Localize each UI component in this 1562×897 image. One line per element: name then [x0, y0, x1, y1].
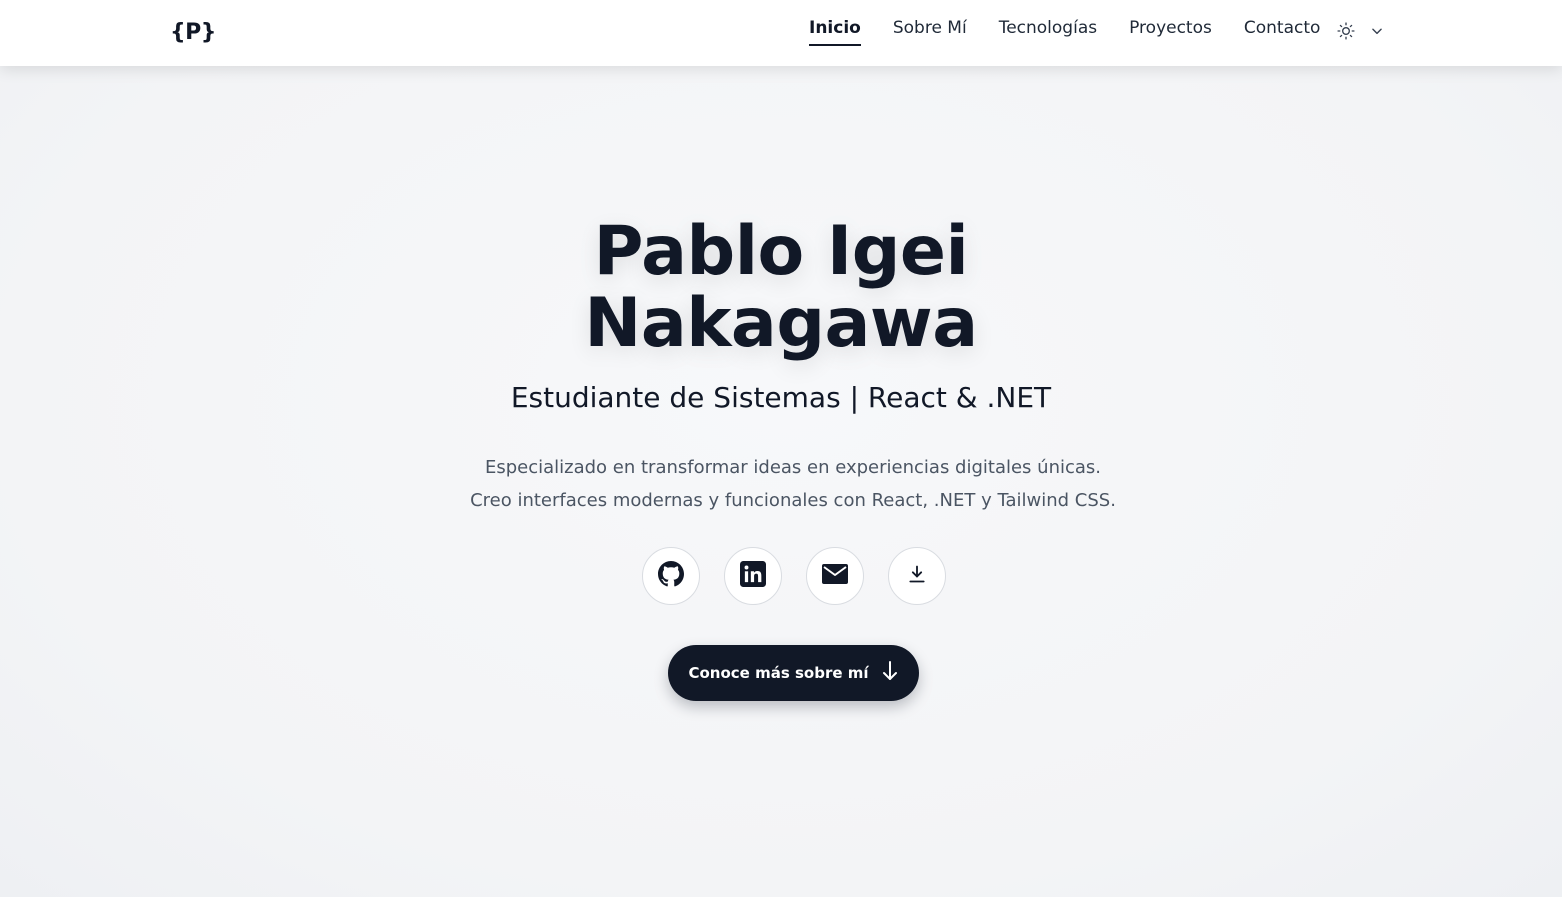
email-button[interactable]: [806, 547, 864, 605]
download-icon: [907, 564, 927, 589]
linkedin-icon: [740, 560, 766, 592]
hero-subtitle: Estudiante de Sistemas | React & .NET: [510, 381, 1052, 414]
mail-icon: [822, 563, 848, 589]
github-icon: [658, 560, 684, 592]
social-links: [642, 547, 946, 605]
nav-links: Inicio Sobre Mí Tecnologías Proyectos Co…: [809, 18, 1320, 46]
hero-title-line2: Nakagawa: [584, 284, 978, 363]
nav-item-tecnologias[interactable]: Tecnologías: [999, 18, 1097, 46]
download-cv-button[interactable]: [888, 547, 946, 605]
hero-title-line1: Pablo Igei: [593, 212, 969, 291]
linkedin-button[interactable]: [724, 547, 782, 605]
sun-icon: [1336, 21, 1356, 41]
nav-item-inicio[interactable]: Inicio: [809, 18, 861, 46]
github-button[interactable]: [642, 547, 700, 605]
nav-item-proyectos[interactable]: Proyectos: [1129, 18, 1212, 46]
cta-label: Conoce más sobre mí: [688, 664, 869, 682]
hero-description: Especializado en transformar ideas en ex…: [470, 457, 1116, 511]
navbar: {P} Inicio Sobre Mí Tecnologías Proyecto…: [0, 0, 1562, 66]
hero-title: Pablo Igei Nakagawa: [0, 216, 1562, 360]
arrow-down-icon: [881, 660, 899, 687]
hero-section: Pablo Igei Nakagawa Estudiante de Sistem…: [0, 66, 1562, 897]
cta-button[interactable]: Conoce más sobre mí: [668, 645, 919, 701]
nav-item-contacto[interactable]: Contacto: [1244, 18, 1321, 46]
chevron-down-icon: [1370, 24, 1384, 38]
theme-toggle-button[interactable]: [1336, 21, 1384, 41]
logo[interactable]: {P}: [170, 20, 216, 45]
nav-item-sobre-mi[interactable]: Sobre Mí: [893, 18, 967, 46]
